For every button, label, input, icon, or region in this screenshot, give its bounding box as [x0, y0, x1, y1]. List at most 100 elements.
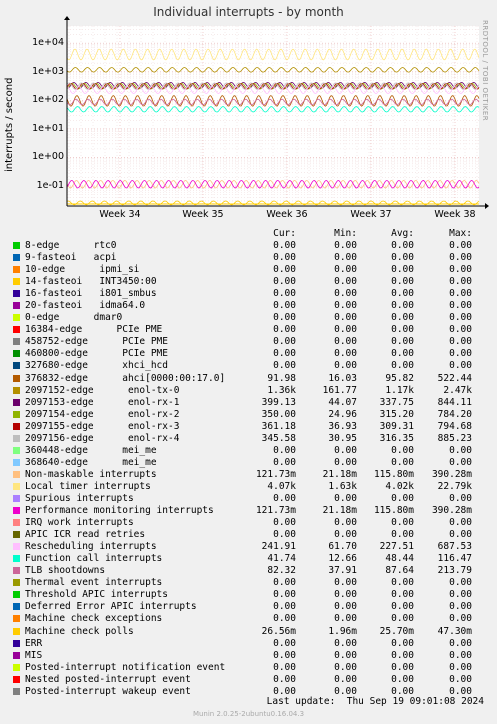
col-cur-header: Cur:	[273, 228, 296, 239]
legend-cur-value: 0.00	[273, 456, 296, 468]
legend-cur-value: 0.00	[273, 589, 296, 601]
legend-series-name: Thermal event interrupts	[25, 577, 163, 589]
legend-row: 460800-edge PCIe PME 0.00 0.00 0.00 0.00	[0, 348, 497, 360]
legend-avg-value: 0.00	[391, 577, 414, 589]
legend-min-value: 0.00	[334, 613, 357, 625]
legend-cur-value: 0.00	[273, 264, 296, 276]
legend-avg-value: 0.00	[391, 517, 414, 529]
legend-cur-value: 0.00	[273, 288, 296, 300]
legend-avg-value: 309.31	[379, 420, 414, 432]
legend-series-name: Local timer interrupts	[25, 480, 151, 492]
legend-avg-value: 0.00	[391, 264, 414, 276]
legend-cur-value: 4.07k	[267, 480, 296, 492]
legend-min-value: 44.07	[328, 396, 357, 408]
legend-avg-value: 0.00	[391, 348, 414, 360]
legend-max-value: 0.00	[449, 673, 472, 685]
legend-avg-value: 0.00	[391, 601, 414, 613]
legend-max-value: 0.00	[449, 649, 472, 661]
legend-swatch	[13, 386, 20, 394]
legend-min-value: 21.18m	[322, 505, 357, 517]
legend-row: Machine check polls 26.56m 1.96m 25.70m 47.3…	[0, 626, 497, 638]
legend-max-value: 0.00	[449, 300, 472, 312]
legend-min-value: 0.00	[334, 276, 357, 288]
legend-swatch	[13, 627, 20, 635]
legend-series-name: 2097154-edge enol-rx-2	[25, 408, 180, 420]
legend-series-name: TLB shootdowns	[25, 565, 106, 577]
legend-swatch	[13, 651, 20, 659]
legend-avg-value: 48.44	[385, 553, 414, 565]
legend-cur-value: 0.00	[273, 360, 296, 372]
legend-max-value: 0.00	[449, 252, 472, 264]
legend-min-value: 24.96	[328, 408, 357, 420]
legend-min-value: 0.00	[334, 336, 357, 348]
y-axis-label: interrupts / second	[4, 77, 15, 172]
legend-series-name: 0-edge dmar0	[25, 312, 123, 324]
legend-row: 2097156-edge enol-rx-4 345.58 30.95 316.35 8…	[0, 433, 497, 445]
legend-cur-value: 0.00	[273, 492, 296, 504]
legend-max-value: 0.00	[449, 264, 472, 276]
legend-max-value: 0.00	[449, 312, 472, 324]
legend-row: 458752-edge PCIe PME 0.00 0.00 0.00 0.00	[0, 336, 497, 348]
legend-swatch	[13, 362, 20, 370]
legend-cur-value: 0.00	[273, 312, 296, 324]
legend-max-value: 213.79	[437, 565, 472, 577]
legend-avg-value: 0.00	[391, 312, 414, 324]
legend-cur-value: 0.00	[273, 336, 296, 348]
legend-row: IRQ work interrupts 0.00 0.00 0.00 0.00	[0, 517, 497, 529]
legend-series-name: 9-fasteoi acpi	[25, 252, 117, 264]
legend-cur-value: 0.00	[273, 601, 296, 613]
x-tick-label: Week 36	[266, 209, 308, 220]
legend-avg-value: 0.00	[391, 360, 414, 372]
legend-min-value: 0.00	[334, 456, 357, 468]
legend-min-value: 36.93	[328, 420, 357, 432]
legend-max-value: 0.00	[449, 661, 472, 673]
legend-max-value: 0.00	[449, 444, 472, 456]
legend-avg-value: 0.00	[391, 288, 414, 300]
x-tick-label: Week 35	[182, 209, 224, 220]
legend-series-name: 2097156-edge enol-rx-4	[25, 432, 180, 444]
legend-swatch	[13, 350, 20, 358]
legend-series-name: 2097153-edge enol-rx-1	[25, 396, 180, 408]
legend-swatch	[13, 302, 20, 310]
legend-avg-value: 0.00	[391, 492, 414, 504]
legend-swatch	[13, 458, 20, 466]
legend-cur-value: 82.32	[267, 565, 296, 577]
legend-max-value: 687.53	[437, 541, 472, 553]
legend-cur-value: 0.00	[273, 276, 296, 288]
legend-swatch	[13, 242, 20, 249]
legend-cur-value: 361.18	[261, 420, 296, 432]
legend-swatch	[13, 531, 20, 539]
legend-series-name: MIS	[25, 649, 43, 661]
col-min-header: Min:	[334, 228, 357, 239]
legend-max-value: 0.00	[449, 577, 472, 589]
legend-row: 9-fasteoi acpi 0.00 0.00 0.00 0.00	[0, 252, 497, 264]
x-tick-label: Week 34	[99, 209, 141, 220]
x-axis-arrow	[485, 203, 489, 209]
legend-max-value: 22.79k	[437, 480, 472, 492]
legend-avg-value: 1.17k	[385, 384, 414, 396]
legend-avg-value: 0.00	[391, 613, 414, 625]
legend-avg-value: 95.82	[385, 372, 414, 384]
legend-avg-value: 0.00	[391, 637, 414, 649]
legend-min-value: 16.03	[328, 372, 357, 384]
legend-max-value: 0.00	[449, 336, 472, 348]
legend-swatch	[13, 374, 20, 382]
legend-swatch	[13, 603, 20, 611]
legend-row: Non-maskable interrupts 121.73m 21.18m 115.…	[0, 469, 497, 481]
legend-swatch	[13, 675, 20, 683]
legend-cur-value: 0.00	[273, 577, 296, 589]
legend-avg-value: 0.00	[391, 589, 414, 601]
legend-row: 14-fasteoi INT3450:00 0.00 0.00 0.00 0.00	[0, 276, 497, 288]
legend-row: Spurious interrupts 0.00 0.00 0.00 0.00	[0, 493, 497, 505]
legend-min-value: 0.00	[334, 300, 357, 312]
legend-swatch	[13, 519, 20, 527]
legend-cur-value: 91.98	[267, 372, 296, 384]
legend-min-value: 0.00	[334, 444, 357, 456]
legend-cur-value: 0.00	[273, 613, 296, 625]
legend-swatch	[13, 687, 20, 695]
x-tick-label: Week 37	[350, 209, 392, 220]
legend-series-name: 360448-edge mei_me	[25, 444, 157, 456]
legend-row: 2097152-edge enol-tx-0 1.36k 161.77 1.17k 2.…	[0, 385, 497, 397]
legend-swatch	[13, 615, 20, 623]
legend-avg-value: 87.64	[385, 565, 414, 577]
